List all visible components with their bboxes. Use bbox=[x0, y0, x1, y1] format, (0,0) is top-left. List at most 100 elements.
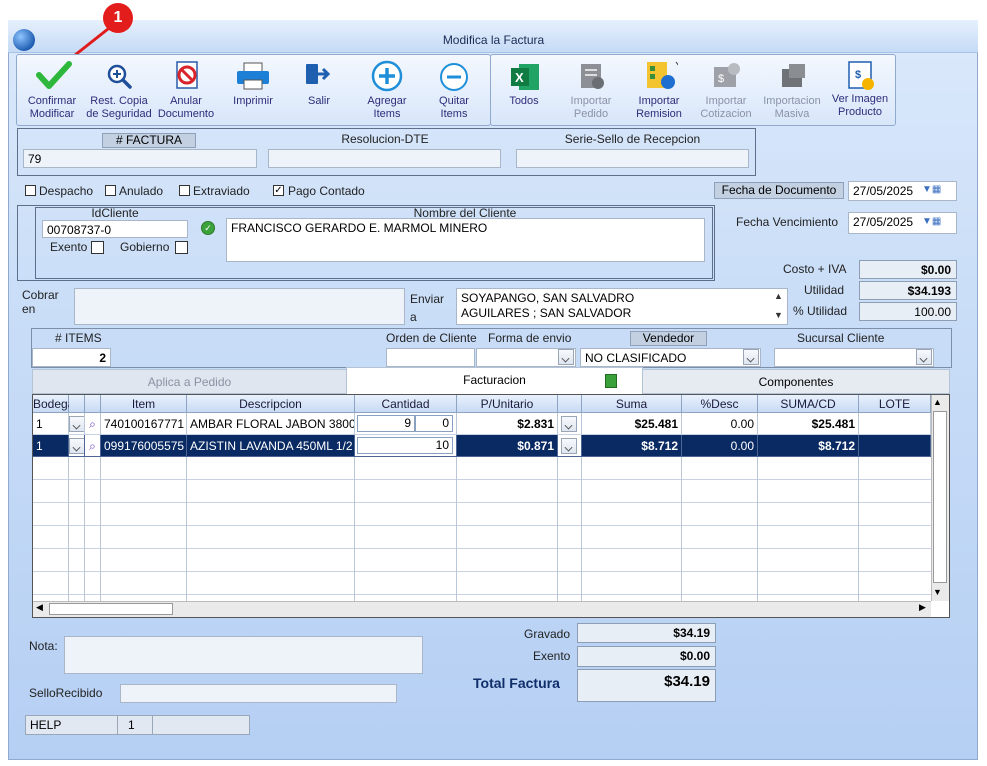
cell-lookup[interactable]: ⌕ bbox=[85, 413, 101, 435]
scroll-up-icon[interactable]: ▲ bbox=[933, 397, 942, 407]
customer-name-field[interactable]: FRANCISCO GERARDO E. MARMOL MINERO bbox=[226, 218, 705, 262]
add-items-button[interactable]: Agregar Items bbox=[355, 95, 419, 121]
quantity-input[interactable]: 10 bbox=[357, 437, 453, 454]
tab-billing[interactable]: Facturacion bbox=[346, 367, 643, 394]
confirm-button[interactable]: Confirmar Modificar bbox=[20, 95, 84, 121]
restore-copy-button[interactable]: Rest. Copia de Seguridad bbox=[86, 95, 152, 121]
column-header[interactable]: SUMA/CD bbox=[758, 395, 859, 413]
lookup-icon[interactable]: ⌕ bbox=[89, 417, 96, 431]
items-count-field: 2 bbox=[32, 348, 111, 367]
import-remision-button[interactable]: Importar Remision bbox=[628, 95, 690, 121]
all-button[interactable]: Todos bbox=[500, 95, 548, 108]
resolution-field[interactable] bbox=[268, 149, 501, 168]
window-title: Modifica la Factura bbox=[442, 33, 545, 47]
government-checkbox[interactable] bbox=[175, 241, 188, 254]
mass-import-button[interactable]: Importacion Masiva bbox=[760, 95, 824, 121]
column-header[interactable]: Descripcion bbox=[187, 395, 355, 413]
cell-lookup[interactable]: ⌕ bbox=[85, 435, 101, 457]
column-header[interactable]: P/Unitario bbox=[457, 395, 558, 413]
column-header[interactable]: LOTE bbox=[859, 395, 931, 413]
send-field[interactable]: SOYAPANGO, SAN SALVADRO AGUILARES ; SAN … bbox=[456, 288, 788, 325]
import-remision-icon bbox=[647, 61, 678, 89]
column-header[interactable]: %Desc bbox=[682, 395, 758, 413]
scroll-left-icon[interactable]: ◀ bbox=[36, 602, 43, 613]
cell-bodega-select[interactable] bbox=[69, 435, 85, 457]
seller-label: Vendedor bbox=[630, 331, 707, 346]
chevron-down-icon[interactable] bbox=[561, 416, 577, 432]
cell-unit-price[interactable]: $0.871 bbox=[457, 435, 558, 457]
customer-id-field[interactable]: 00708737-0 bbox=[42, 220, 188, 238]
exempt-total-label: Exento bbox=[533, 649, 571, 663]
import-order-button[interactable]: Importar Pedido bbox=[560, 95, 622, 121]
table-row[interactable]: 1 ⌕ 740100167771 AMBAR FLORAL JABON 3800… bbox=[33, 413, 931, 435]
quantity-input[interactable]: 9 bbox=[357, 415, 415, 432]
column-header[interactable]: Bodega bbox=[33, 395, 74, 413]
lost-checkbox[interactable] bbox=[179, 185, 190, 196]
vertical-scroll-thumb[interactable] bbox=[933, 411, 947, 583]
customer-order-field[interactable] bbox=[386, 348, 475, 367]
cell-discount[interactable]: 0.00 bbox=[682, 413, 758, 435]
cell-item[interactable]: 740100167771 bbox=[101, 413, 187, 435]
cell-discount[interactable]: 0.00 bbox=[682, 435, 758, 457]
tab-components[interactable]: Componentes bbox=[642, 369, 950, 394]
seal-received-field[interactable] bbox=[120, 684, 397, 703]
chevron-down-icon[interactable] bbox=[916, 349, 932, 365]
collect-field[interactable] bbox=[74, 288, 405, 325]
branch-select[interactable] bbox=[774, 348, 934, 367]
cell-price-select[interactable] bbox=[558, 413, 582, 435]
dispatch-checkbox[interactable] bbox=[25, 185, 36, 196]
quantity-secondary-input[interactable]: 0 bbox=[415, 415, 453, 432]
chevron-down-icon[interactable] bbox=[558, 349, 574, 365]
cash-checkbox[interactable]: ✓ bbox=[273, 185, 284, 196]
calendar-icon[interactable]: ▼▦ bbox=[922, 184, 954, 198]
horizontal-scroll-thumb[interactable] bbox=[49, 603, 173, 615]
collect-label: Cobrar en bbox=[22, 288, 59, 316]
due-date-label: Fecha Vencimiento bbox=[736, 215, 839, 229]
send-label: Enviar a bbox=[410, 292, 445, 324]
table-row[interactable]: 1 ⌕ 099176005575 AZISTIN LAVANDA 450ML 1… bbox=[33, 435, 931, 457]
calendar-icon[interactable]: ▼▦ bbox=[922, 216, 954, 230]
cell-quantity[interactable]: 9 0 bbox=[355, 413, 457, 435]
scroll-down-icon[interactable]: ▼ bbox=[774, 310, 783, 320]
import-quote-button[interactable]: Importar Cotizacion bbox=[695, 95, 757, 121]
cell-lote[interactable] bbox=[859, 435, 931, 457]
cell-sum: $25.481 bbox=[582, 413, 682, 435]
cell-unit-price[interactable]: $2.831 bbox=[457, 413, 558, 435]
chevron-down-icon[interactable] bbox=[743, 349, 759, 365]
cancel-document-button[interactable]: Anular Documento bbox=[155, 95, 217, 121]
column-header[interactable]: Item bbox=[101, 395, 187, 413]
excel-icon: X bbox=[511, 64, 539, 90]
cancelled-checkbox[interactable] bbox=[105, 185, 116, 196]
government-label: Gobierno bbox=[120, 240, 170, 254]
column-header[interactable]: Suma bbox=[582, 395, 682, 413]
print-button[interactable]: Imprimir bbox=[225, 95, 281, 108]
cell-sum: $8.712 bbox=[582, 435, 682, 457]
seller-select[interactable]: NO CLASIFICADO bbox=[580, 348, 761, 367]
cell-quantity[interactable]: 10 bbox=[355, 435, 457, 457]
remove-items-button[interactable]: Quitar Items bbox=[426, 95, 482, 121]
cell-bodega[interactable]: 1 bbox=[33, 413, 69, 435]
scroll-up-icon[interactable]: ▲ bbox=[774, 291, 783, 301]
cell-item[interactable]: 099176005575 bbox=[101, 435, 187, 457]
note-field[interactable] bbox=[64, 636, 423, 674]
chevron-down-icon[interactable] bbox=[69, 416, 84, 432]
view-image-button[interactable]: Ver Imagen Producto bbox=[828, 93, 892, 119]
cell-description[interactable]: AMBAR FLORAL JABON 3800 bbox=[187, 413, 355, 435]
lookup-icon[interactable]: ⌕ bbox=[89, 439, 96, 453]
invoice-number-field[interactable]: 79 bbox=[23, 149, 257, 168]
seal-field[interactable] bbox=[516, 149, 749, 168]
column-header[interactable]: Cantidad bbox=[355, 395, 457, 413]
cell-description[interactable]: AZISTIN LAVANDA 450ML 1/2 bbox=[187, 435, 355, 457]
scroll-down-icon[interactable]: ▼ bbox=[933, 587, 942, 597]
cell-lote[interactable] bbox=[859, 413, 931, 435]
cell-bodega-select[interactable] bbox=[69, 413, 85, 435]
exempt-checkbox[interactable] bbox=[91, 241, 104, 254]
chevron-down-icon[interactable] bbox=[561, 438, 577, 454]
tab-applied-order[interactable]: Aplica a Pedido bbox=[32, 369, 347, 394]
annotation-badge: 1 bbox=[103, 3, 133, 33]
exit-button[interactable]: Salir bbox=[295, 95, 343, 108]
cell-bodega[interactable]: 1 bbox=[33, 435, 69, 457]
scroll-right-icon[interactable]: ▶ bbox=[919, 602, 926, 613]
cell-price-select[interactable] bbox=[558, 435, 582, 457]
chevron-down-icon[interactable] bbox=[69, 438, 84, 454]
